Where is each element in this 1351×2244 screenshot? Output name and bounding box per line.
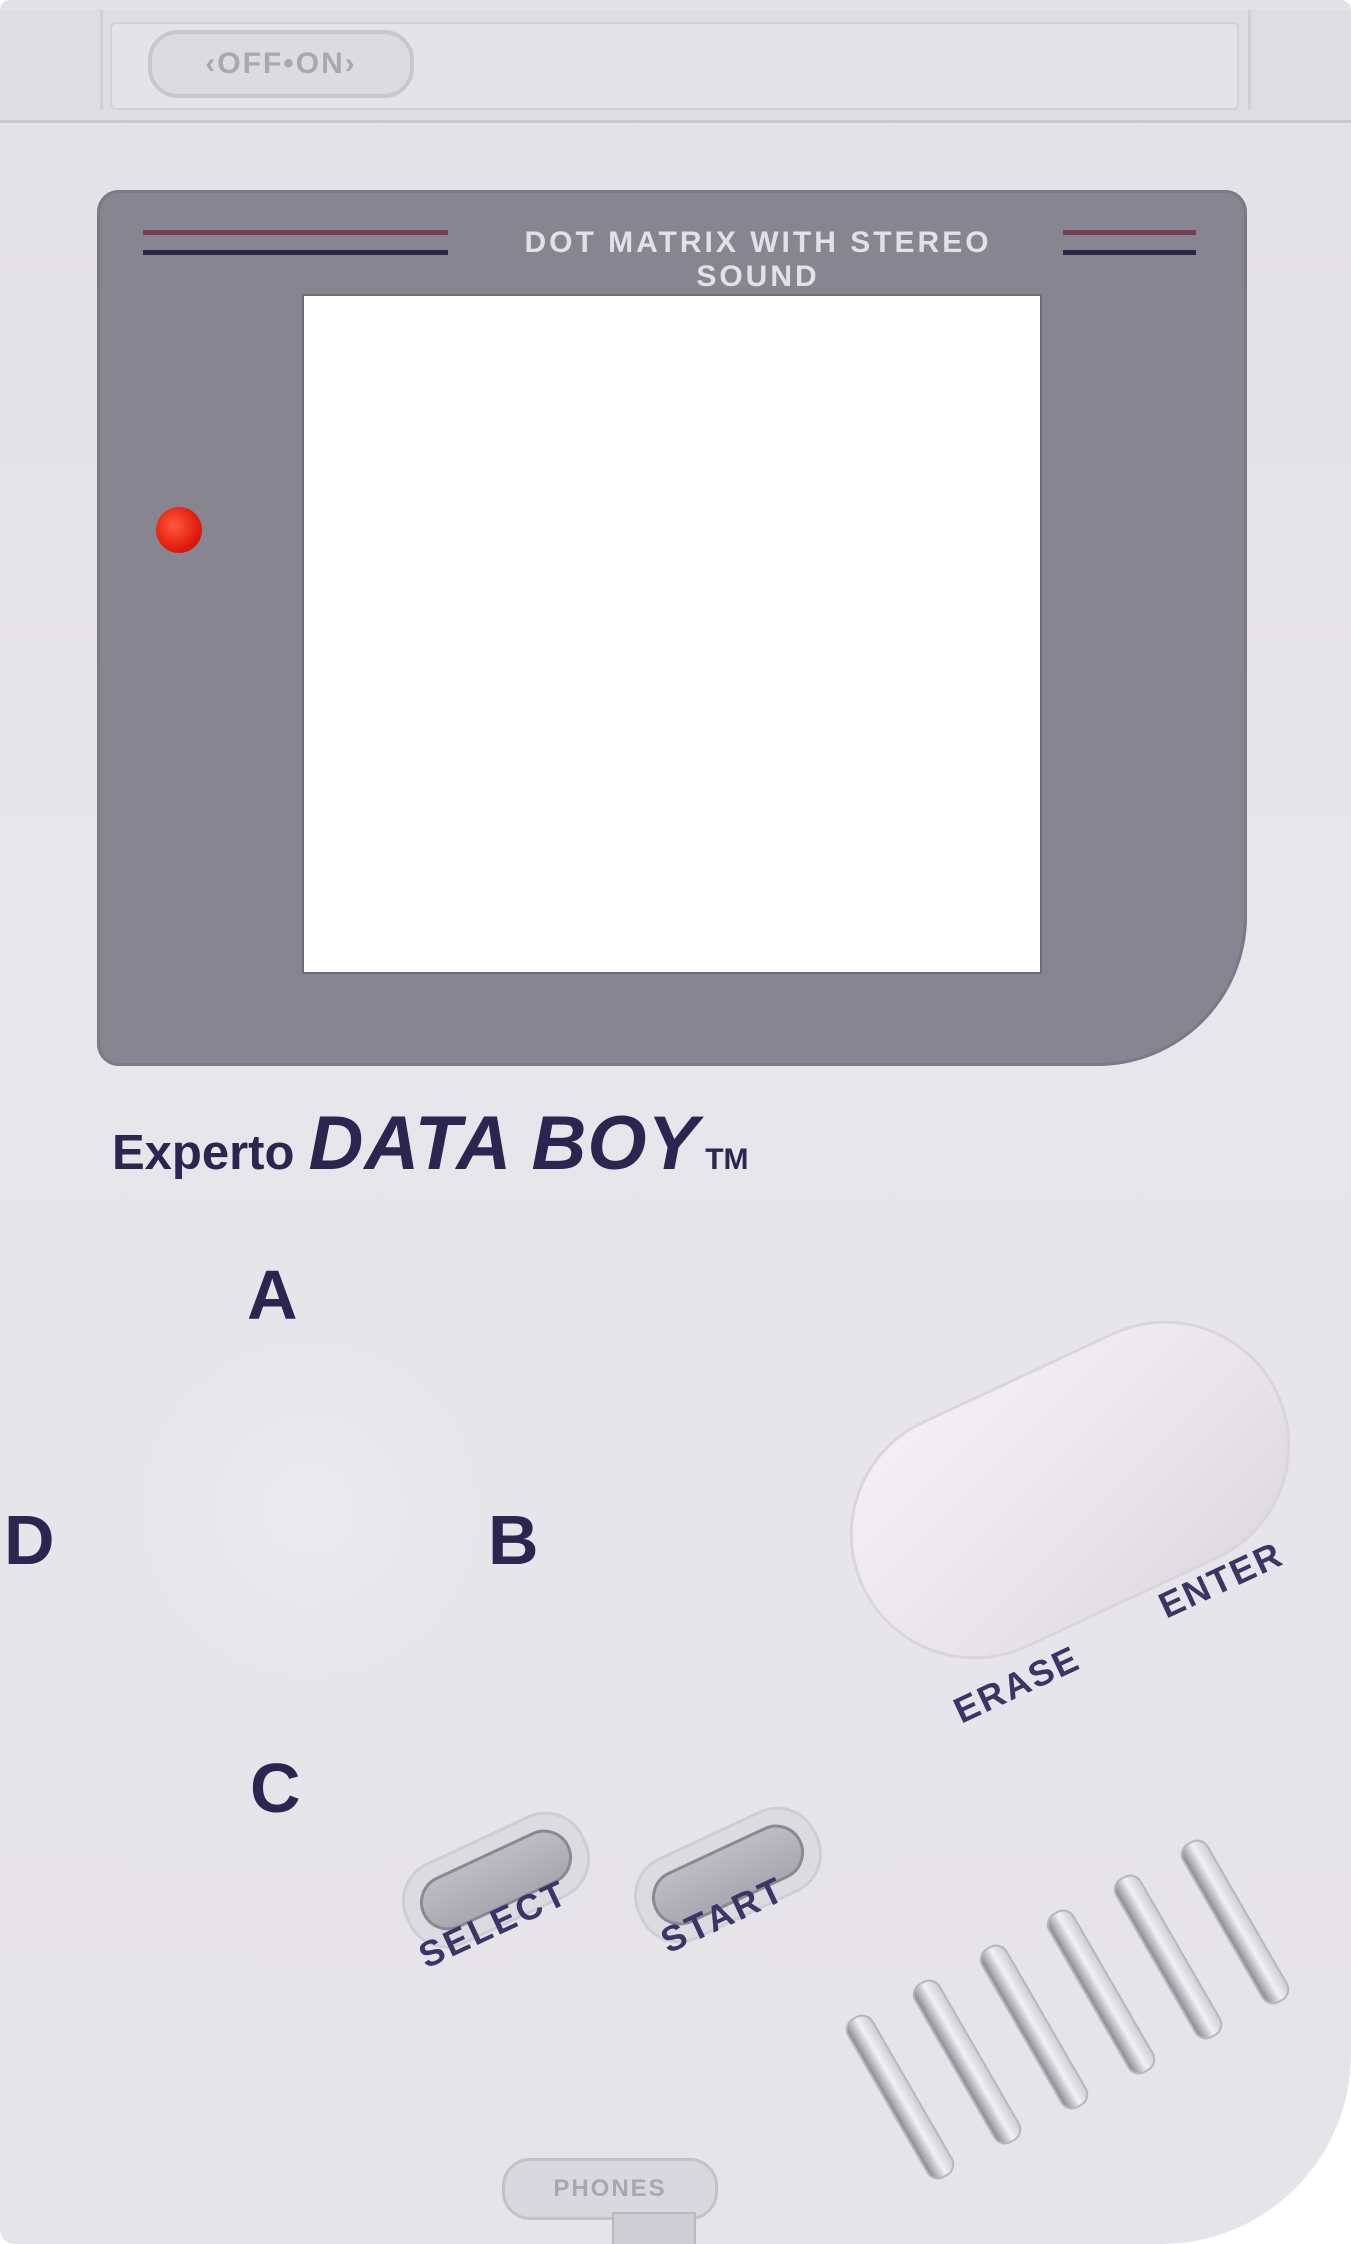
data-boy-device: ‹OFF•ON› DOT MATRIX WITH STEREO SOUND Ex… (0, 0, 1351, 2244)
top-notch-right (1248, 10, 1351, 110)
direction-right-b[interactable]: B (488, 1500, 539, 1580)
power-switch[interactable]: ‹OFF•ON› (148, 30, 414, 98)
display-screen[interactable] (302, 294, 1042, 974)
direction-up-a[interactable]: A (247, 1255, 298, 1335)
bezel-stripe-right-bottom (1063, 250, 1196, 255)
direction-pad[interactable] (120, 1320, 500, 1700)
bottom-ports (612, 2212, 696, 2244)
phones-jack[interactable]: PHONES (502, 2158, 718, 2220)
direction-left-d[interactable]: D (4, 1500, 55, 1580)
brand-name: DATA BOY (308, 1101, 700, 1186)
direction-down-c[interactable]: C (250, 1748, 301, 1828)
bezel-stripe-right-top (1063, 230, 1196, 235)
power-led-icon (156, 507, 202, 553)
brand-logo: Experto DATA BOY TM (112, 1100, 749, 1187)
screen-label: DOT MATRIX WITH STEREO SOUND (524, 226, 992, 293)
top-notch-left (0, 10, 103, 110)
brand-trademark: TM (705, 1143, 749, 1176)
brand-prefix: Experto (112, 1126, 295, 1180)
bezel-stripe-left-bottom (143, 250, 448, 255)
bezel-stripe-left-top (143, 230, 448, 235)
